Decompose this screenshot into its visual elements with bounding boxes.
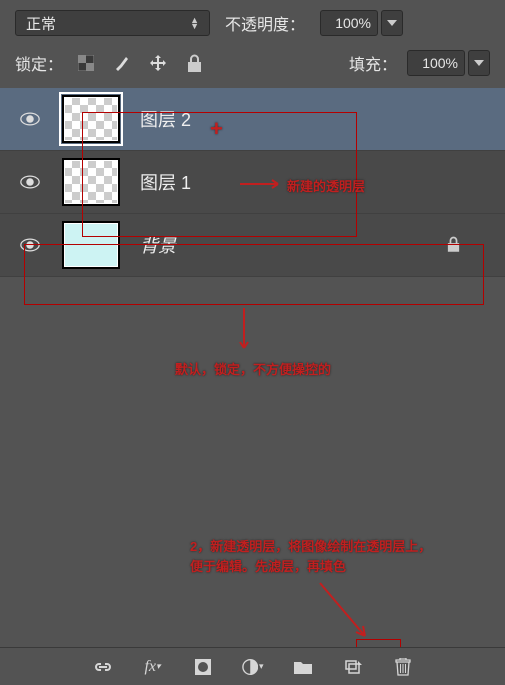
layer-name[interactable]: 图层 2: [140, 106, 191, 132]
fill-dropdown-button[interactable]: [468, 50, 490, 76]
annotation-text-2: 默认，锁定，不方便操控的: [175, 359, 331, 378]
link-layers-icon[interactable]: [92, 656, 114, 678]
layer-thumbnail[interactable]: [62, 158, 120, 206]
layer-thumbnail[interactable]: [62, 221, 120, 269]
lock-pixels-icon[interactable]: [75, 52, 97, 74]
visibility-toggle[interactable]: [10, 238, 50, 252]
lock-brush-icon[interactable]: [111, 52, 133, 74]
dropdown-arrows-icon: ▲▼: [190, 17, 199, 29]
opacity-label: 不透明度：: [225, 11, 305, 35]
layer-name[interactable]: 图层 1: [140, 169, 191, 195]
layer-row[interactable]: 背景: [0, 214, 505, 277]
layer-row[interactable]: 图层 1: [0, 151, 505, 214]
lock-label: 锁定：: [15, 51, 63, 75]
visibility-toggle[interactable]: [10, 175, 50, 189]
layers-list: 图层 2 图层 1 背景: [0, 88, 505, 277]
opacity-dropdown-button[interactable]: [381, 10, 403, 36]
new-layer-icon[interactable]: [342, 656, 364, 678]
fx-icon[interactable]: fx▾: [142, 656, 164, 678]
annotation-arrow-icon: [238, 308, 250, 356]
blend-mode-dropdown[interactable]: 正常 ▲▼: [15, 10, 210, 36]
layer-name[interactable]: 背景: [140, 232, 176, 258]
adjustment-layer-icon[interactable]: ▾: [242, 656, 264, 678]
mask-icon[interactable]: [192, 656, 214, 678]
lock-icon: [447, 236, 460, 255]
trash-icon[interactable]: [392, 656, 414, 678]
annotation-arrow-icon: [310, 578, 380, 648]
bottom-toolbar: fx▾ ▾: [0, 647, 505, 685]
layer-thumbnail[interactable]: [62, 95, 120, 143]
annotation-text-3: 2，新建透明层，将图像绘制在透明层上，便于编辑。先滤层，再填色: [190, 537, 440, 577]
blend-mode-label: 正常: [26, 13, 56, 34]
fill-value-input[interactable]: 100%: [407, 50, 465, 76]
fill-label: 填充：: [349, 51, 397, 75]
lock-position-icon[interactable]: [147, 52, 169, 74]
layer-row[interactable]: 图层 2: [0, 88, 505, 151]
visibility-toggle[interactable]: [10, 112, 50, 126]
lock-all-icon[interactable]: [183, 52, 205, 74]
group-icon[interactable]: [292, 656, 314, 678]
opacity-value-input[interactable]: 100%: [320, 10, 378, 36]
